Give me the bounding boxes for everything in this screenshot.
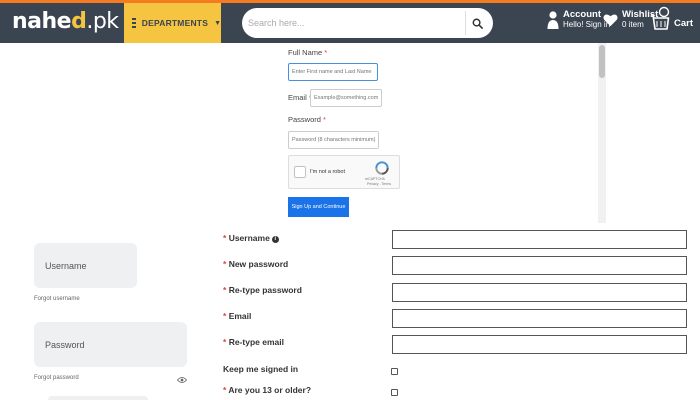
signup-button[interactable]: Sign Up and Continue bbox=[288, 197, 349, 217]
reg-new-password-input[interactable] bbox=[392, 256, 687, 275]
departments-label: DEPARTMENTS bbox=[141, 18, 209, 28]
reg-username-label: * Username i bbox=[223, 233, 279, 243]
heart-icon bbox=[603, 14, 618, 27]
info-icon[interactable]: i bbox=[271, 236, 279, 243]
forgot-username-link[interactable]: Forgot username bbox=[34, 296, 80, 302]
search-bar bbox=[242, 8, 493, 38]
cart-icon bbox=[651, 6, 670, 30]
account-link[interactable]: Account Hello! Sign in bbox=[547, 10, 610, 30]
cart-link[interactable]: Cart bbox=[650, 5, 693, 33]
site-logo[interactable]: nahed.pk bbox=[12, 9, 119, 34]
age-checkbox[interactable] bbox=[391, 389, 398, 396]
departments-button[interactable]: DEPARTMENTS ▼ bbox=[124, 3, 221, 43]
keep-signed-in-label: Keep me signed in bbox=[223, 364, 299, 374]
recaptcha-brand: reCAPTCHA bbox=[365, 177, 385, 181]
reg-retype-email-label: * Re-type email bbox=[223, 337, 284, 347]
recaptcha-icon bbox=[375, 161, 389, 175]
reg-retype-email-input[interactable] bbox=[392, 335, 687, 354]
reg-email-input[interactable] bbox=[392, 309, 687, 328]
reg-retype-password-input[interactable] bbox=[392, 283, 687, 302]
email-label: Email * bbox=[288, 93, 312, 102]
password-label: Password * bbox=[288, 115, 326, 124]
forgot-password-link[interactable]: Forgot password bbox=[34, 375, 79, 381]
site-header: nahed.pk DEPARTMENTS ▼ Account Hello! Si… bbox=[0, 3, 700, 43]
user-icon bbox=[547, 11, 559, 29]
chevron-down-icon: ▼ bbox=[214, 19, 221, 27]
reg-retype-password-label: * Re-type password bbox=[223, 285, 302, 295]
recaptcha-label: I'm not a robot bbox=[310, 169, 345, 175]
scroll-thumb[interactable] bbox=[599, 45, 605, 78]
fullname-input[interactable] bbox=[288, 63, 378, 81]
reg-email-label: * Email bbox=[223, 311, 252, 321]
recaptcha-checkbox[interactable] bbox=[294, 166, 306, 178]
menu-icon bbox=[132, 18, 136, 28]
search-icon bbox=[472, 18, 483, 29]
page: nahed.pk DEPARTMENTS ▼ Account Hello! Si… bbox=[0, 0, 700, 400]
recaptcha-widget: I'm not a robot reCAPTCHA Privacy - Term… bbox=[288, 155, 400, 189]
fullname-label: Full Name * bbox=[288, 48, 328, 57]
login-button-partial[interactable] bbox=[48, 396, 148, 400]
cart-title: Cart bbox=[674, 17, 694, 29]
search-button[interactable] bbox=[465, 11, 489, 35]
keep-signed-in-checkbox[interactable] bbox=[391, 368, 398, 375]
email-input[interactable] bbox=[310, 89, 382, 107]
password-input[interactable] bbox=[288, 131, 379, 149]
age-check-label: * Are you 13 or older? bbox=[223, 385, 312, 395]
scrollbar[interactable] bbox=[598, 43, 606, 223]
password-field[interactable]: Password bbox=[34, 322, 187, 367]
eye-icon[interactable] bbox=[177, 376, 187, 384]
username-field[interactable]: Username bbox=[34, 243, 137, 288]
reg-new-password-label: * New password bbox=[223, 259, 289, 269]
search-input[interactable] bbox=[248, 14, 463, 32]
recaptcha-links[interactable]: Privacy - Terms bbox=[367, 182, 391, 186]
reg-username-input[interactable] bbox=[392, 230, 687, 249]
